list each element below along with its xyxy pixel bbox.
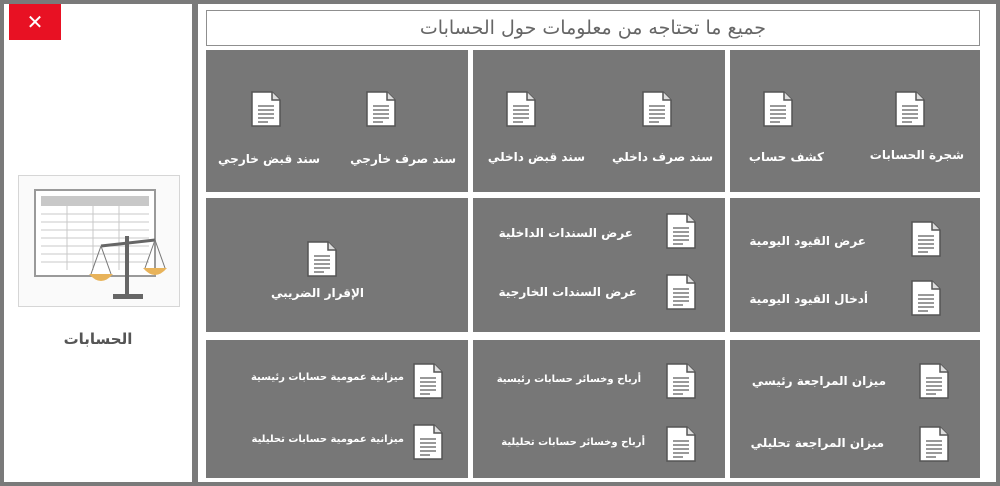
section-top-center: سند صرف داخلي سند قبض داخلي <box>473 50 725 192</box>
accounting-ledger-scale-icon <box>34 189 167 299</box>
account-statement-button[interactable]: كشف حساب <box>730 50 856 192</box>
document-icon <box>413 424 443 460</box>
sidebar-panel: ✕ الحسابات <box>4 4 192 482</box>
view-external-vouchers-button[interactable]: عرض السندات الخارجية <box>473 265 725 332</box>
document-icon <box>642 91 672 127</box>
page-title: جميع ما تحتاجه من معلومات حول الحسابات <box>206 10 980 46</box>
balance-sheet-main-button[interactable]: ميزانية عمومية حسابات رئيسية <box>206 340 468 409</box>
document-icon <box>506 91 536 127</box>
section-mid-left: الإقرار الضريبي <box>206 198 468 332</box>
internal-payment-voucher-button[interactable]: سند صرف داخلي <box>599 50 725 192</box>
trial-balance-analytical-button[interactable]: ميزان المراجعة تحليلي <box>730 409 980 478</box>
item-label: ميزانية عمومية حسابات رئيسية <box>250 372 404 383</box>
accounts-title: الحسابات <box>63 330 133 348</box>
profit-loss-analytical-button[interactable]: أرباح وخسائر حسابات تحليلية <box>473 409 725 478</box>
section-mid-right: عرض القيود اليومية أدخال القيود اليومية <box>730 198 980 332</box>
trial-balance-main-button[interactable]: ميزان المراجعة رئيسي <box>730 340 980 409</box>
tax-return-button[interactable]: الإقرار الضريبي <box>206 198 468 332</box>
profit-loss-main-button[interactable]: أرباح وخسائر حسابات رئيسية <box>473 340 725 409</box>
document-icon <box>251 91 281 127</box>
item-label: كشف حساب <box>748 150 824 164</box>
document-icon <box>413 363 443 399</box>
document-icon <box>307 241 337 277</box>
item-label: سند قبض داخلي <box>487 150 585 164</box>
document-icon <box>919 426 949 462</box>
close-button[interactable]: ✕ <box>9 4 61 40</box>
item-label: عرض السندات الخارجية <box>498 285 638 299</box>
item-label: عرض السندات الداخلية <box>498 226 633 240</box>
item-label: أرباح وخسائر حسابات تحليلية <box>501 437 645 448</box>
item-label: سند صرف داخلي <box>612 150 713 164</box>
item-label: شجرة الحسابات <box>869 148 964 162</box>
external-payment-voucher-button[interactable]: سند صرف خارجي <box>332 50 468 192</box>
item-label: ميزان المراجعة رئيسي <box>751 374 886 388</box>
document-icon <box>763 91 793 127</box>
view-journal-entries-button[interactable]: عرض القيود اليومية <box>730 198 980 265</box>
item-label: ميزان المراجعة تحليلي <box>750 436 884 450</box>
balance-sheet-analytical-button[interactable]: ميزانية عمومية حسابات تحليلية <box>206 409 468 478</box>
section-top-left: سند صرف خارجي سند قبض خارجي <box>206 50 468 192</box>
document-icon <box>919 363 949 399</box>
document-icon <box>666 426 696 462</box>
document-icon <box>666 213 696 249</box>
section-bottom-center: أرباح وخسائر حسابات رئيسية أرباح وخسائر … <box>473 340 725 478</box>
section-top-right: شجرة الحسابات كشف حساب <box>730 50 980 192</box>
item-label: أدخال القيود اليومية <box>749 292 868 306</box>
document-icon <box>911 280 941 316</box>
item-label: سند صرف خارجي <box>350 152 456 166</box>
enter-journal-entries-button[interactable]: أدخال القيود اليومية <box>730 265 980 332</box>
item-label: سند قبض خارجي <box>218 152 320 166</box>
document-icon <box>895 91 925 127</box>
chart-of-accounts-button[interactable]: شجرة الحسابات <box>856 50 980 192</box>
external-receipt-voucher-button[interactable]: سند قبض خارجي <box>206 50 332 192</box>
document-icon <box>666 363 696 399</box>
view-internal-vouchers-button[interactable]: عرض السندات الداخلية <box>473 198 725 265</box>
document-icon <box>666 274 696 310</box>
section-bottom-left: ميزانية عمومية حسابات رئيسية ميزانية عمو… <box>206 340 468 478</box>
item-label: الإقرار الضريبي <box>270 286 364 300</box>
accounts-tile[interactable] <box>18 175 180 307</box>
document-icon <box>911 221 941 257</box>
item-label: عرض القيود اليومية <box>749 234 866 248</box>
item-label: أرباح وخسائر حسابات رئيسية <box>496 374 641 385</box>
main-panel: جميع ما تحتاجه من معلومات حول الحسابات س… <box>198 4 996 482</box>
item-label: ميزانية عمومية حسابات تحليلية <box>251 434 404 445</box>
section-bottom-right: ميزان المراجعة رئيسي ميزان المراجعة تحلي… <box>730 340 980 478</box>
document-icon <box>366 91 396 127</box>
internal-receipt-voucher-button[interactable]: سند قبض داخلي <box>473 50 599 192</box>
section-mid-center: عرض السندات الداخلية عرض السندات الخارجي… <box>473 198 725 332</box>
